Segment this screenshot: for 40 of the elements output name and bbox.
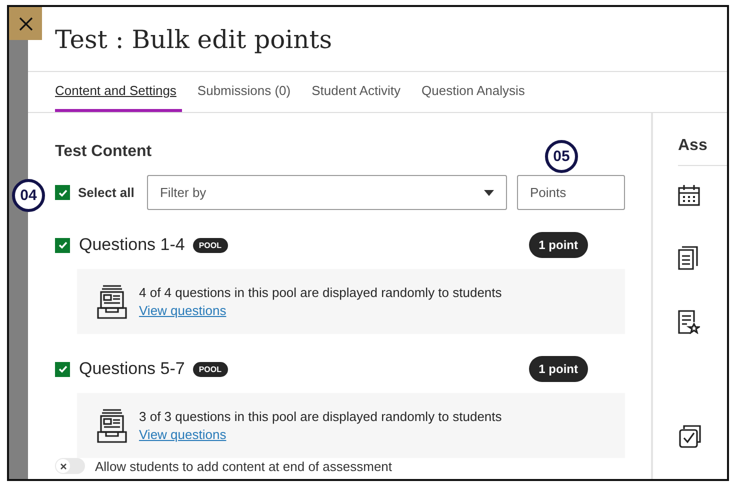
panel-title: Ass xyxy=(678,137,727,166)
view-questions-link[interactable]: View questions xyxy=(139,427,226,442)
document-icon xyxy=(678,246,698,270)
section-heading: Test Content xyxy=(55,143,152,162)
check-icon xyxy=(58,364,68,374)
tab[interactable]: Submissions (0) xyxy=(197,72,291,112)
checkbox[interactable] xyxy=(55,362,70,376)
page-title: Test : Bulk edit points xyxy=(55,24,332,54)
caret-icon xyxy=(484,190,494,196)
points-input[interactable]: Points xyxy=(517,175,625,210)
pool-badge: POOL xyxy=(192,238,228,252)
question-group-title: Questions 5-7 xyxy=(79,359,185,379)
pool-description: 4 of 4 questions in this pool are displayed randomly to students xyxy=(139,285,502,300)
document-star-icon xyxy=(678,310,700,334)
question-tray-icon xyxy=(97,284,127,318)
stacked-checkbox-icon xyxy=(678,424,702,448)
calendar-icon xyxy=(678,184,700,206)
checkbox[interactable] xyxy=(55,185,70,200)
points-badge: 1 point xyxy=(528,232,588,258)
toggle-switch[interactable] xyxy=(55,458,85,474)
question-tray-icon xyxy=(97,408,127,442)
view-questions-link[interactable]: View questions xyxy=(139,303,226,318)
close-button[interactable] xyxy=(9,7,42,40)
tab[interactable]: Content and Settings xyxy=(55,72,182,112)
points-badge: 1 point xyxy=(528,356,588,382)
filter-dropdown[interactable]: Filter by xyxy=(146,175,507,210)
tab[interactable]: Student Activity xyxy=(312,72,401,112)
check-icon xyxy=(58,188,68,198)
question-group-title: Questions 1-4 xyxy=(79,235,185,255)
step-callout: 04 xyxy=(12,179,45,212)
checkbox-label: Select all xyxy=(78,185,134,200)
tab[interactable]: Question Analysis xyxy=(422,72,525,112)
step-callout: 05 xyxy=(545,140,578,173)
x-icon xyxy=(60,462,66,470)
pool-badge: POOL xyxy=(192,362,228,376)
pool-description: 3 of 3 questions in this pool are displayed randomly to students xyxy=(139,409,502,424)
close-icon xyxy=(18,16,32,30)
toggle-label: Allow students to add content at end of assessment xyxy=(95,458,392,474)
check-icon xyxy=(58,240,68,250)
checkbox[interactable] xyxy=(55,238,70,252)
